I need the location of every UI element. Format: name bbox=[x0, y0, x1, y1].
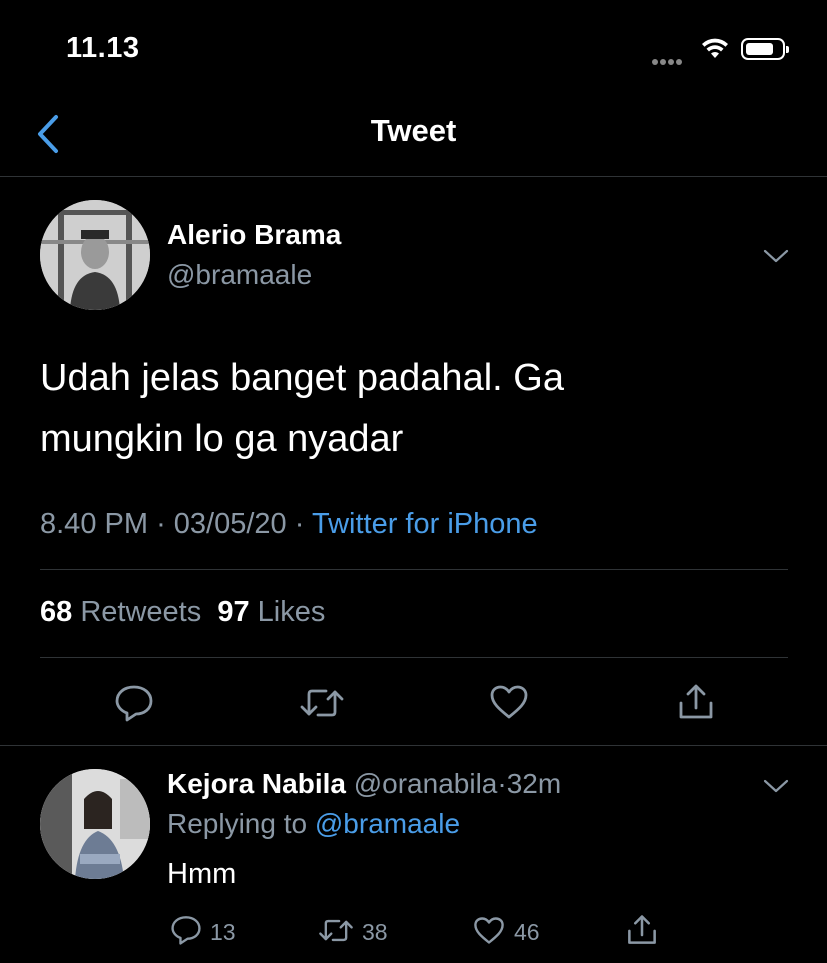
tweet-text: Udah jelas banget padahal. Ga mungkin lo… bbox=[40, 348, 780, 470]
reply-separator: · bbox=[497, 768, 507, 799]
retweet-label[interactable]: Retweets bbox=[80, 596, 201, 628]
reply-icon[interactable] bbox=[114, 684, 154, 722]
battery-icon bbox=[741, 38, 789, 60]
tweet-meta: 8.40 PM · 03/05/20 · Twitter for iPhone bbox=[40, 508, 538, 541]
replying-to-mention[interactable]: @bramaale bbox=[315, 808, 460, 839]
author-name[interactable]: Alerio Brama bbox=[167, 219, 341, 251]
counts-divider bbox=[40, 657, 788, 658]
replying-to: Replying to @bramaale bbox=[167, 808, 460, 840]
tweet-time: 8.40 PM bbox=[40, 508, 148, 540]
retweet-icon[interactable] bbox=[299, 686, 345, 720]
wifi-icon bbox=[700, 36, 730, 60]
reply-reply-count: 13 bbox=[210, 919, 236, 945]
engagement-counts: 68 Retweets 97 Likes bbox=[40, 596, 325, 629]
tweet-source-link[interactable]: Twitter for iPhone bbox=[312, 508, 538, 540]
reply-icon[interactable] bbox=[170, 915, 202, 945]
share-icon[interactable] bbox=[626, 914, 658, 946]
reply-header: Kejora Nabila @oranabila·32m bbox=[167, 768, 561, 800]
replying-to-prefix: Replying to bbox=[167, 808, 308, 839]
like-icon[interactable] bbox=[489, 684, 529, 720]
reply-text: Hmm bbox=[167, 858, 237, 890]
tweet-text-line: mungkin lo ga nyadar bbox=[40, 418, 404, 460]
signal-icon bbox=[652, 52, 692, 65]
page-title: Tweet bbox=[370, 113, 457, 148]
reply-retweet-count: 38 bbox=[362, 919, 388, 945]
meta-separator: · bbox=[294, 508, 305, 540]
tweet-date: 03/05/20 bbox=[173, 508, 287, 540]
author-avatar[interactable] bbox=[40, 200, 150, 310]
meta-divider bbox=[40, 569, 788, 570]
reply-author-name[interactable]: Kejora Nabila bbox=[167, 768, 346, 799]
meta-separator: · bbox=[156, 508, 166, 540]
like-icon[interactable] bbox=[473, 916, 505, 945]
retweet-icon[interactable] bbox=[318, 917, 354, 944]
share-icon[interactable] bbox=[677, 683, 715, 721]
actions-divider bbox=[0, 745, 827, 746]
like-label[interactable]: Likes bbox=[258, 596, 326, 628]
reply-like-count: 46 bbox=[514, 919, 540, 945]
author-handle[interactable]: @bramaale bbox=[167, 259, 312, 291]
like-count[interactable]: 97 bbox=[217, 596, 249, 628]
reply-author-handle[interactable]: @oranabila bbox=[354, 768, 498, 799]
reply-age: 32m bbox=[506, 768, 562, 799]
reply-author-avatar[interactable] bbox=[40, 769, 150, 879]
retweet-count[interactable]: 68 bbox=[40, 596, 72, 628]
chevron-down-icon[interactable] bbox=[763, 778, 789, 794]
tweet-text-line: Udah jelas banget padahal. Ga bbox=[40, 357, 564, 399]
nav-divider bbox=[0, 176, 827, 177]
chevron-down-icon[interactable] bbox=[763, 248, 789, 264]
status-time: 11.13 bbox=[66, 32, 140, 64]
